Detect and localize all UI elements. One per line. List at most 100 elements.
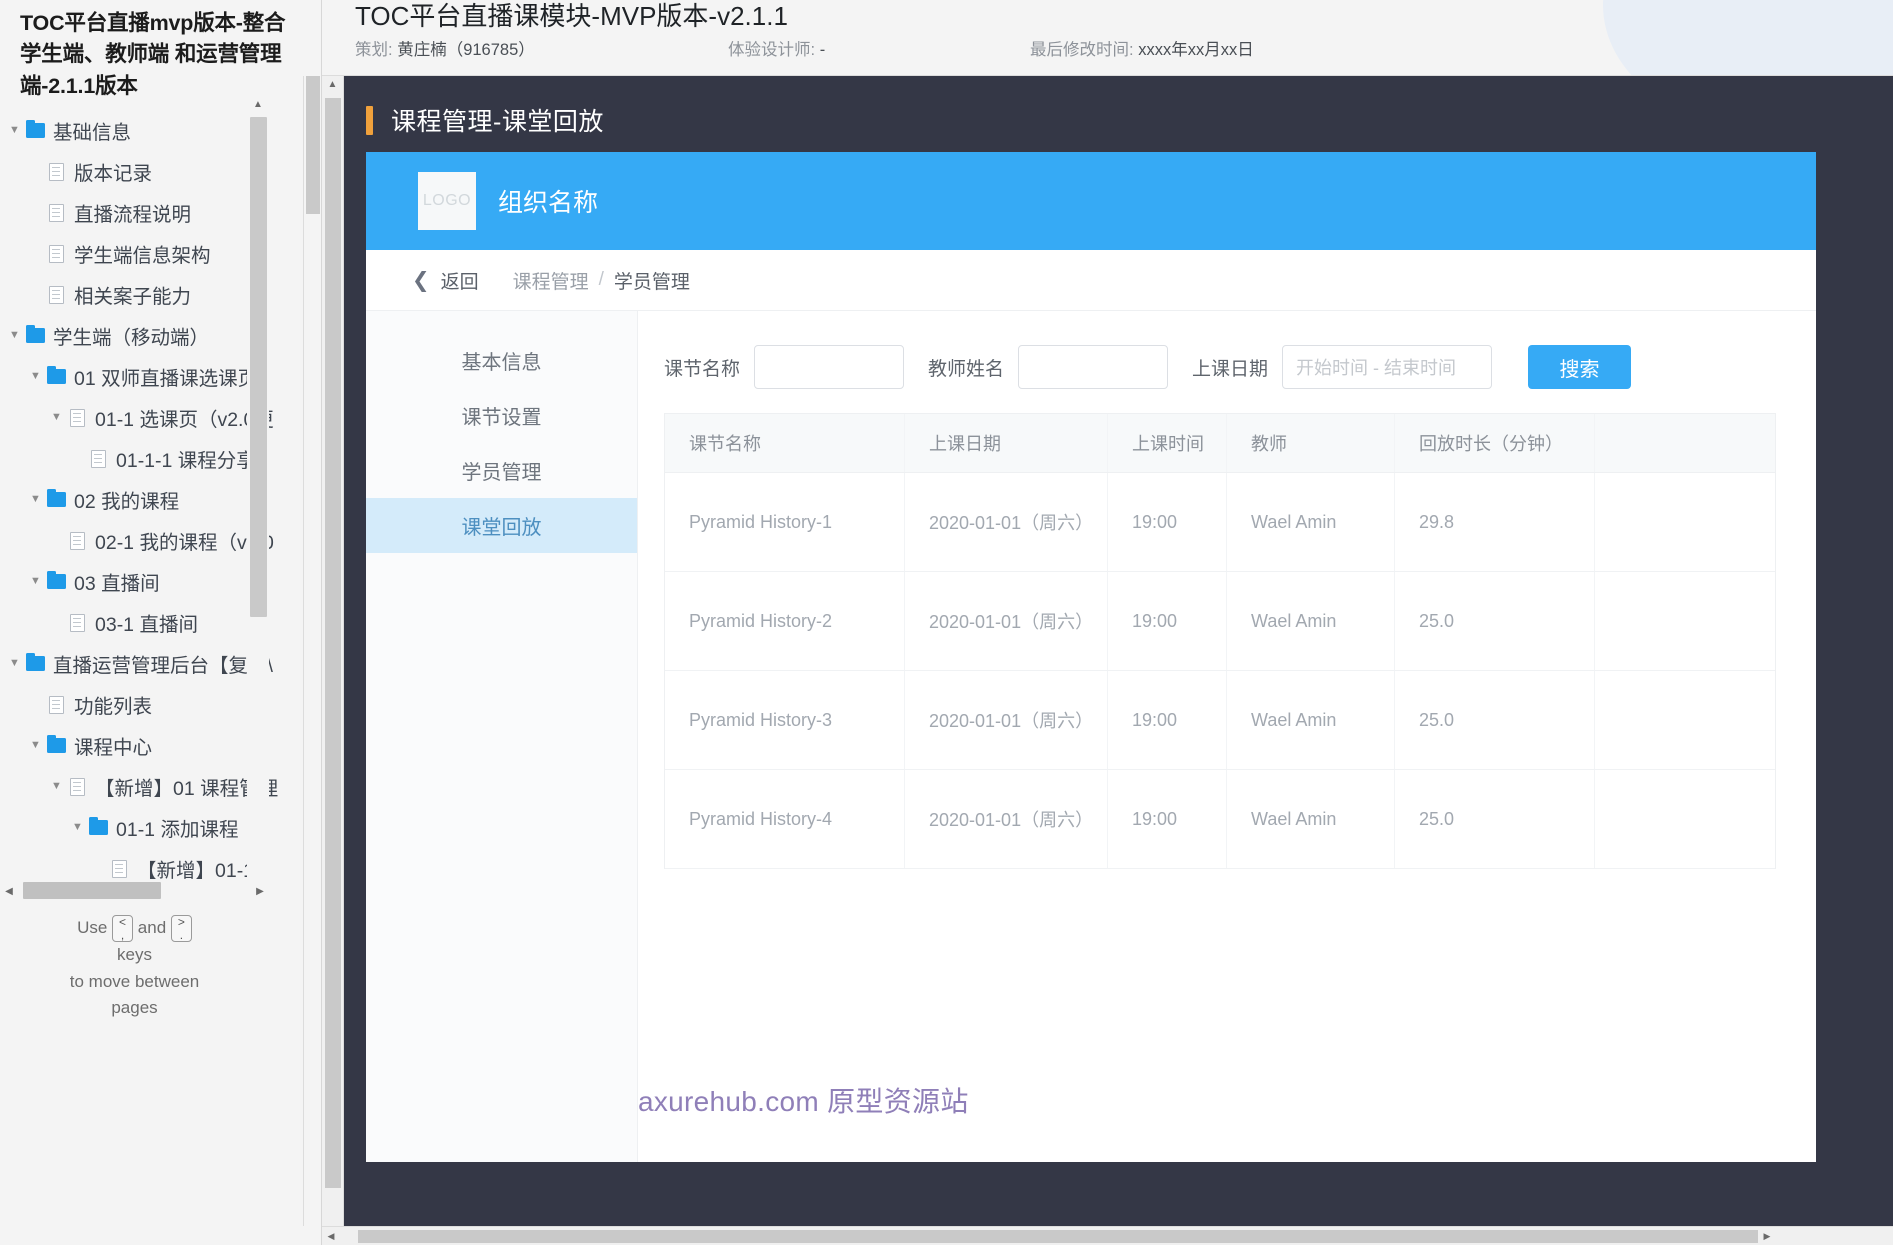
back-button[interactable]: 返回 [441, 267, 479, 294]
sidenav-item-student-management[interactable]: 学员管理 [366, 443, 637, 498]
sitemap-outer-scroll-thumb[interactable] [306, 76, 320, 214]
folder-icon [23, 119, 47, 139]
breadcrumb-item-student-management[interactable]: 学员管理 [614, 267, 690, 294]
sitemap-node[interactable]: ▼功能列表 [0, 684, 321, 725]
sitemap-node-label: 直播运营管理后台【复用\ [53, 655, 273, 678]
chevron-down-icon[interactable]: ▼ [27, 371, 44, 382]
table-row[interactable]: Pyramid History-4 2020-01-01（周六） 19:00 Wael… [665, 770, 1775, 869]
cell-replay-duration: 29.8 [1395, 473, 1595, 571]
sitemap-node[interactable]: ▼版本记录 [0, 151, 321, 192]
chevron-down-icon[interactable]: ▼ [6, 658, 23, 669]
tree-vscroll-thumb[interactable] [250, 117, 267, 617]
sitemap-tree[interactable]: ▼基础信息▼版本记录▼直播流程说明▼学生端信息架构▼相关案子能力▼学生端（移动端… [0, 110, 321, 885]
sidenav-item-basic-info[interactable]: 基本信息 [366, 333, 637, 388]
lesson-name-input[interactable] [754, 345, 905, 389]
tree-vertical-scrollbar[interactable]: ▲ [247, 97, 269, 887]
search-button[interactable]: 搜索 [1528, 345, 1632, 389]
column-header-class-date: 上课日期 [905, 414, 1108, 472]
cell-class-time: 19:00 [1108, 473, 1227, 571]
chevron-down-icon[interactable]: ▼ [6, 330, 23, 341]
class-date-range-input[interactable]: 开始时间 - 结束时间 [1282, 345, 1493, 389]
sitemap-node-label: 版本记录 [74, 163, 153, 186]
hint-keys: keys [117, 945, 152, 965]
sitemap-node[interactable]: ▼ 01 双师直播课选课页 [0, 356, 321, 397]
replay-table: 课节名称 上课日期 上课时间 教师 回放时长（分钟） Pyramid Histo… [664, 413, 1776, 869]
chevron-down-icon[interactable]: ▼ [6, 125, 23, 136]
sitemap-node[interactable]: ▼01-1-1 课程分享 [0, 438, 321, 479]
class-date-label: 上课日期 [1192, 358, 1269, 380]
meta-modified-value: xxxx年xx月xx日 [1138, 41, 1254, 59]
canvas-vscroll-thumb[interactable] [325, 98, 341, 1188]
folder-icon [44, 365, 68, 385]
cell-lesson-name: Pyramid History-2 [665, 572, 905, 670]
cell-actions [1595, 770, 1775, 868]
page-icon [65, 531, 89, 550]
document-title: TOC平台直播课模块-MVP版本-v2.1.1 [355, 1, 788, 31]
table-row[interactable]: Pyramid History-2 2020-01-01（周六） 19:00 Wael… [665, 572, 1775, 671]
cell-lesson-name: Pyramid History-4 [665, 770, 905, 868]
key-next: >. [170, 915, 192, 943]
table-row[interactable]: Pyramid History-1 2020-01-01（周六） 19:00 Wael… [665, 473, 1775, 572]
sitemap-node[interactable]: ▼ 课程中心 [0, 725, 321, 766]
sitemap-node[interactable]: ▼ 02 我的课程 [0, 479, 321, 520]
column-header-replay-duration: 回放时长（分钟） [1395, 414, 1595, 472]
canvas-scroll-up-icon[interactable]: ▲ [322, 76, 343, 94]
sitemap-node[interactable]: ▼02-1 我的课程（v2.0 [0, 520, 321, 561]
chevron-down-icon[interactable]: ▼ [27, 740, 44, 751]
scroll-left-icon[interactable]: ◀ [0, 886, 18, 897]
sitemap-node[interactable]: ▼学生端信息架构 [0, 233, 321, 274]
chevron-down-icon[interactable]: ▼ [27, 494, 44, 505]
cell-lesson-name: Pyramid History-1 [665, 473, 905, 571]
page-title: 课程管理-课堂回放 [391, 108, 604, 136]
sitemap-node-label: 01-1 添加课程 [116, 819, 239, 842]
canvas-scroll-right-icon[interactable]: ▶ [1758, 1231, 1776, 1242]
cell-teacher: Wael Amin [1227, 770, 1395, 868]
chevron-down-icon[interactable]: ▼ [69, 822, 86, 833]
meta-planner-value: 黄庄楠（916785） [397, 41, 535, 59]
sitemap-outer-scrollbar[interactable] [303, 76, 321, 1226]
tree-hscroll-track[interactable] [18, 879, 251, 903]
cell-teacher: Wael Amin [1227, 473, 1395, 571]
chevron-down-icon[interactable]: ▼ [48, 412, 65, 423]
folder-icon [44, 734, 68, 754]
canvas-hscroll-thumb[interactable] [358, 1229, 1758, 1243]
sitemap-node[interactable]: ▼03-1 直播间 [0, 602, 321, 643]
sitemap-node[interactable]: ▼ 学生端（移动端） [0, 315, 321, 356]
tree-horizontal-scrollbar[interactable]: ◀ ▶ [0, 879, 269, 903]
sitemap-node[interactable]: ▼ 01-1 添加课程 [0, 807, 321, 848]
canvas-scroll-left-icon[interactable]: ◀ [322, 1231, 340, 1242]
canvas-vertical-scrollbar[interactable]: ▲ [322, 76, 344, 1226]
app-header: LOGO 组织名称 [366, 152, 1816, 250]
sidenav-item-class-replay[interactable]: 课堂回放 [366, 498, 637, 553]
folder-icon [86, 816, 110, 836]
teacher-name-input[interactable] [1018, 345, 1169, 389]
sitemap-node[interactable]: ▼ 直播运营管理后台【复用\ [0, 643, 321, 684]
sitemap-node[interactable]: ▼相关案子能力 [0, 274, 321, 315]
sidenav-item-lesson-settings[interactable]: 课节设置 [366, 388, 637, 443]
scroll-right-icon[interactable]: ▶ [251, 886, 269, 897]
cell-class-date: 2020-01-01（周六） [905, 473, 1108, 571]
breadcrumb-item-course-management[interactable]: 课程管理 [513, 267, 589, 294]
cell-actions [1595, 473, 1775, 571]
chevron-down-icon[interactable]: ▼ [48, 781, 65, 792]
sitemap-node[interactable]: ▼ 【新增】01 课程管理 [0, 766, 321, 807]
sitemap-node-label: 03-1 直播间 [95, 614, 198, 637]
tree-hscroll-thumb[interactable] [23, 882, 161, 899]
sitemap-node[interactable]: ▼ 01-1 选课页（v2.0更 [0, 397, 321, 438]
sitemap-node[interactable]: ▼ 基础信息 [0, 110, 321, 151]
meta-planner-label: 策划: [355, 41, 393, 59]
folder-icon-shape [46, 365, 66, 385]
meta-modified-label: 最后修改时间: [1030, 41, 1134, 59]
sitemap-node[interactable]: ▼直播流程说明 [0, 192, 321, 233]
column-header-teacher: 教师 [1227, 414, 1395, 472]
sitemap-node-label: 03 直播间 [74, 573, 160, 596]
sitemap-node-label: 01-1-1 课程分享 [116, 450, 256, 473]
page-icon [86, 449, 110, 468]
chevron-left-icon[interactable]: ❮ [412, 268, 430, 293]
chevron-down-icon[interactable]: ▼ [27, 576, 44, 587]
table-row[interactable]: Pyramid History-3 2020-01-01（周六） 19:00 Wael… [665, 671, 1775, 770]
sitemap-node[interactable]: ▼ 03 直播间 [0, 561, 321, 602]
hint-use: Use [77, 918, 108, 938]
scroll-up-icon[interactable]: ▲ [247, 97, 269, 113]
canvas-horizontal-scrollbar[interactable]: ◀ ▶ [322, 1226, 1893, 1245]
